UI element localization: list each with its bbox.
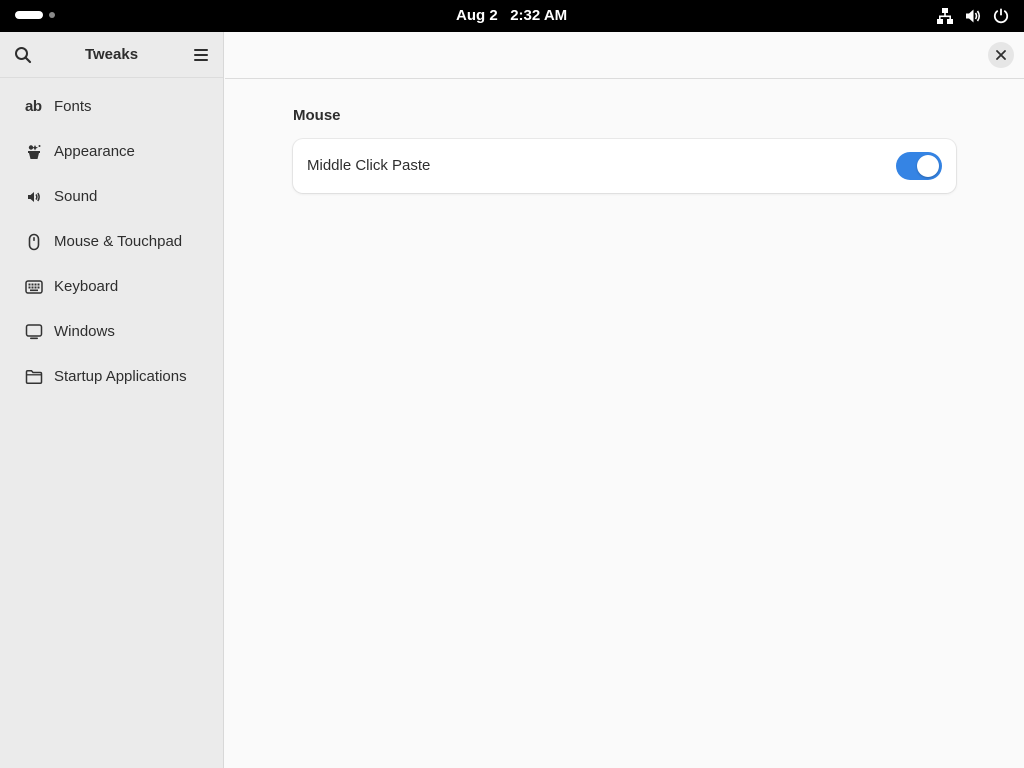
sidebar-item-startup-applications[interactable]: Startup Applications [0, 354, 223, 399]
sidebar-header: Tweaks [0, 32, 223, 78]
sidebar-item-windows[interactable]: Windows [0, 309, 223, 354]
volume-icon[interactable] [964, 7, 982, 25]
middle-click-paste-switch[interactable] [896, 152, 942, 180]
activities-indicator[interactable] [15, 11, 55, 19]
app-title: Tweaks [84, 46, 139, 63]
clock[interactable]: Aug 2 2:32 AM [456, 7, 567, 24]
keyboard-icon [25, 279, 43, 294]
top-bar: Aug 2 2:32 AM [0, 0, 1024, 32]
hamburger-menu-icon[interactable] [191, 45, 211, 65]
close-button[interactable] [988, 42, 1014, 68]
sidebar-item-mouse-touchpad[interactable]: Mouse & Touchpad [0, 219, 223, 264]
windows-icon [25, 323, 43, 339]
clock-date: Aug 2 [456, 7, 498, 24]
content-header-bar [225, 32, 1024, 79]
sidebar-item-keyboard[interactable]: Keyboard [0, 264, 223, 309]
workspace-active-indicator [15, 11, 43, 19]
sidebar-item-label: Appearance [54, 143, 135, 160]
sidebar-item-label: Mouse & Touchpad [54, 233, 183, 250]
sidebar: Tweaks ab Fonts Appearance Sound Mouse &… [0, 32, 224, 768]
section-title: Mouse [293, 107, 341, 124]
clock-time: 2:32 AM [510, 7, 568, 24]
sidebar-list: ab Fonts Appearance Sound Mouse & Touchp… [0, 78, 223, 399]
folder-icon [25, 369, 43, 384]
sidebar-item-label: Startup Applications [54, 368, 187, 385]
system-tray[interactable] [936, 7, 1010, 25]
workspace-dot-indicator [49, 12, 55, 18]
sidebar-item-label: Sound [54, 188, 98, 205]
sidebar-item-label: Windows [54, 323, 115, 340]
sidebar-item-label: Fonts [54, 98, 92, 115]
main-content: Mouse Middle Click Paste [225, 79, 1024, 768]
appearance-icon [28, 144, 41, 159]
sidebar-item-sound[interactable]: Sound [0, 174, 223, 219]
mouse-icon [28, 233, 40, 250]
sidebar-item-appearance[interactable]: Appearance [0, 129, 223, 174]
fonts-icon: ab [25, 97, 42, 115]
sidebar-item-label: Keyboard [54, 278, 119, 295]
switch-knob [917, 155, 939, 177]
sound-icon [28, 191, 40, 202]
sidebar-item-fonts[interactable]: ab Fonts [0, 84, 223, 129]
setting-label: Middle Click Paste [307, 157, 431, 174]
close-icon [996, 50, 1006, 60]
power-icon[interactable] [992, 7, 1010, 25]
settings-card: Middle Click Paste [293, 139, 956, 193]
network-icon[interactable] [936, 7, 954, 25]
